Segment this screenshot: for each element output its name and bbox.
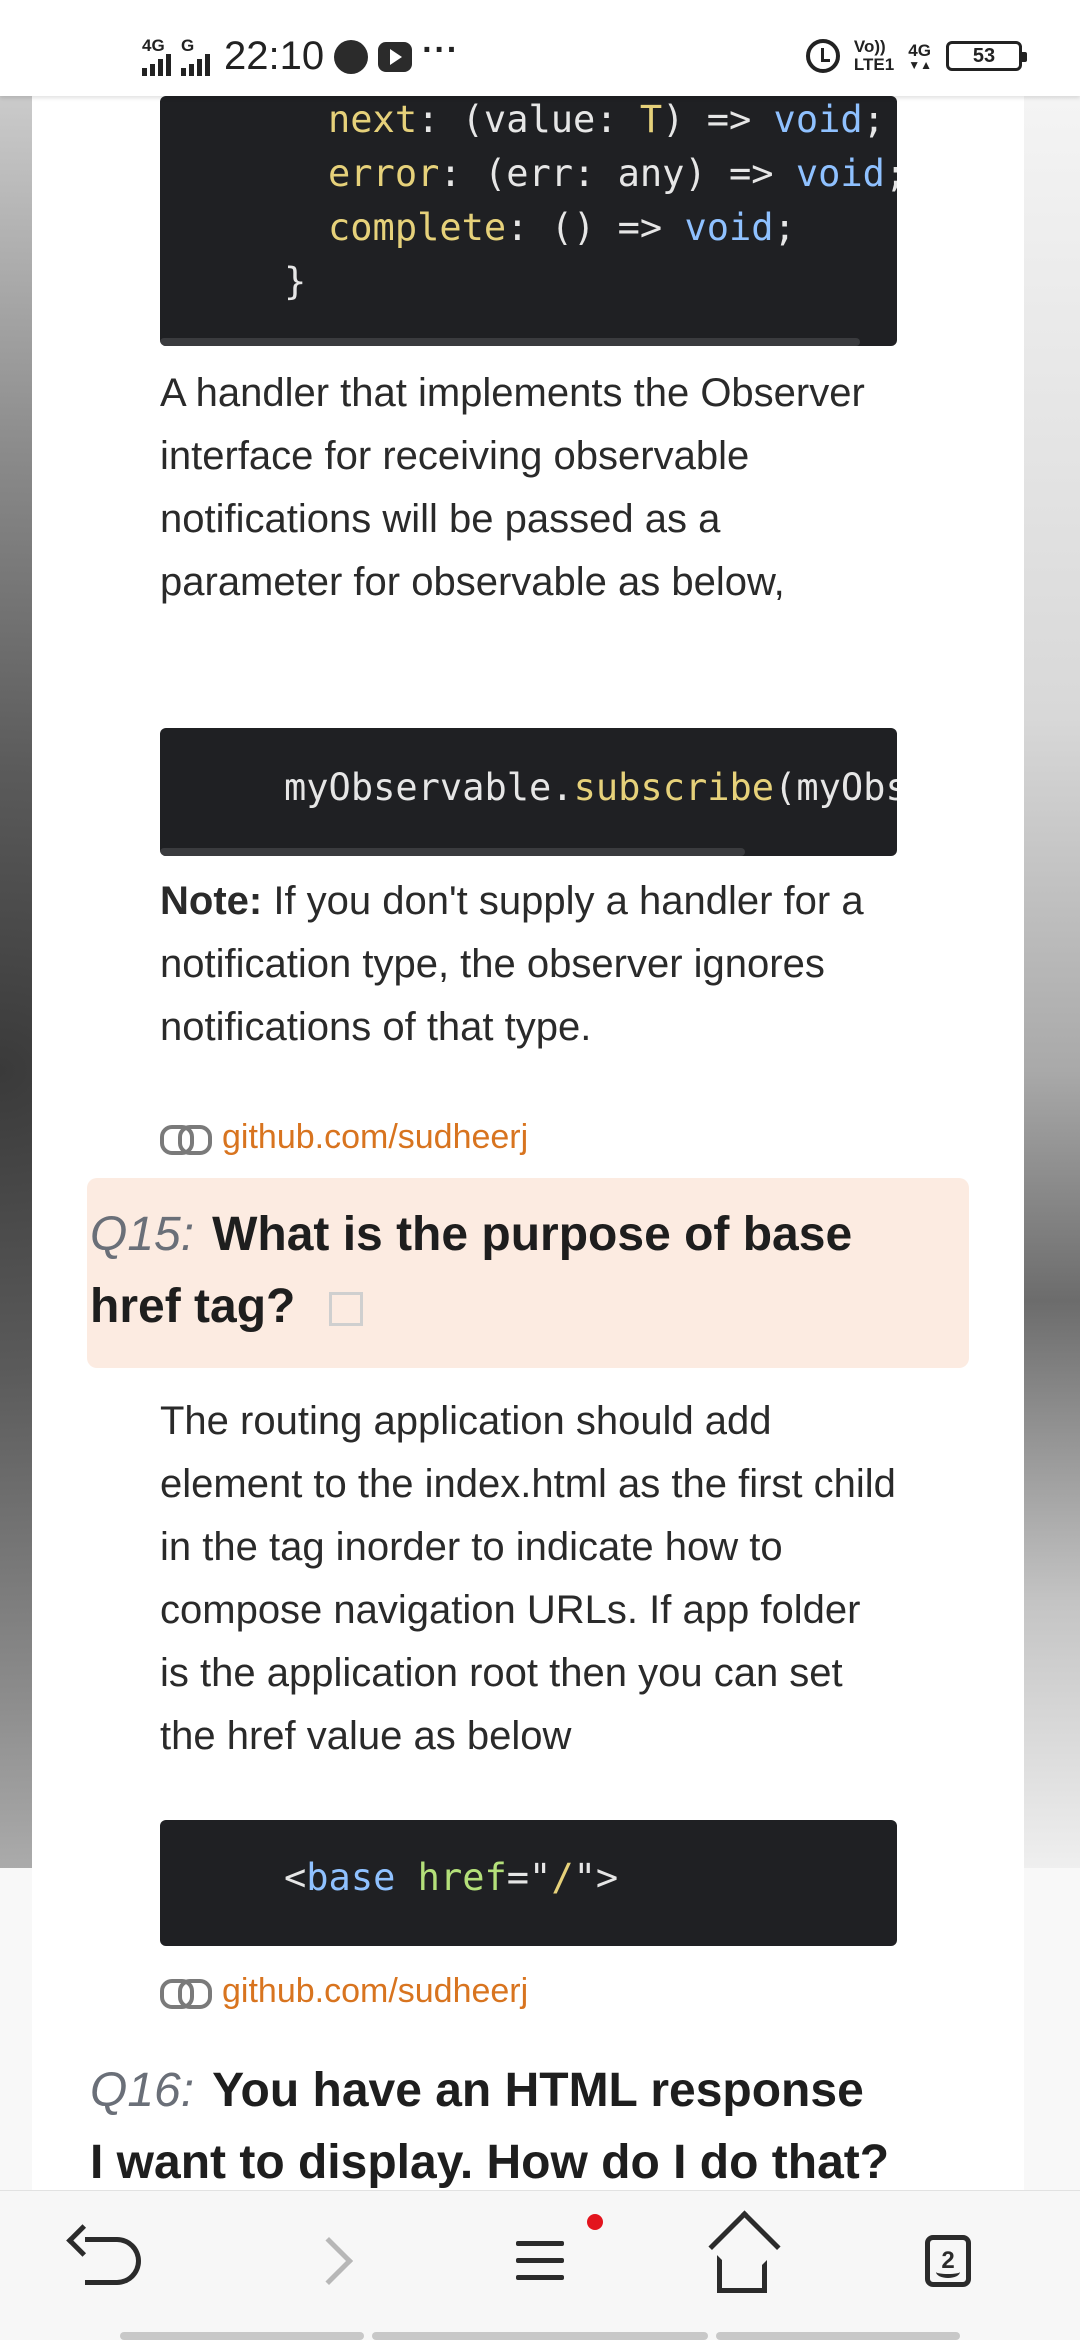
code-scrollbar[interactable]: [160, 848, 745, 856]
code-line: <base href="/">: [284, 1856, 619, 1899]
menu-icon: [516, 2241, 564, 2281]
note-paragraph: Note: If you don't supply a handler for …: [160, 870, 900, 1059]
back-arrow-icon: [85, 2237, 141, 2285]
youtube-icon: [378, 41, 413, 72]
gesture-bar-segment: [120, 2332, 364, 2340]
battery-icon: 53: [946, 41, 1027, 71]
tabs-button[interactable]: 2: [908, 2221, 988, 2301]
question-text-line: href tag?: [90, 1280, 296, 1333]
link-icon: [160, 1124, 212, 1155]
home-icon: [717, 2249, 767, 2293]
source-link-text[interactable]: github.com/sudheerj: [222, 1118, 528, 1157]
question-text-line: You have an HTML response: [212, 2064, 864, 2117]
question-title-q16-line2: I want to display. How do I do that?: [90, 2128, 950, 2198]
signal-icon-sim2: G: [181, 35, 210, 76]
menu-notification-dot: [587, 2214, 603, 2230]
bookmark-checkbox[interactable]: [329, 1292, 364, 1327]
gesture-bar-segment: [716, 2332, 960, 2340]
gesture-bar-segment: [372, 2332, 708, 2340]
code-line: complete: () => void;: [328, 206, 796, 249]
question-text-line: What is the purpose of base: [212, 1208, 853, 1261]
network-type-label: G: [181, 35, 195, 55]
link-icon: [160, 1978, 212, 2009]
question-title-q15-line2: href tag?: [90, 1272, 950, 1342]
code-scrollbar[interactable]: [160, 338, 860, 346]
source-link-text[interactable]: github.com/sudheerj: [222, 1972, 528, 2011]
code-line: myObservable.subscribe(myObs: [284, 766, 897, 809]
browser-bottom-nav: 2: [0, 2190, 1080, 2340]
network-4g-icon: 4G ▼▲: [908, 41, 932, 72]
forward-chevron-icon: [304, 2236, 354, 2286]
code-closing-brace: }: [284, 260, 307, 303]
volte-top-label: Vo)): [853, 37, 886, 56]
menu-button[interactable]: [500, 2221, 580, 2301]
code-block-subscribe[interactable]: myObservable.subscribe(myObs: [160, 728, 897, 856]
back-button[interactable]: [68, 2221, 148, 2301]
code-block-base-href[interactable]: <base href="/">: [160, 1820, 897, 1946]
question-number: Q16:: [90, 2064, 195, 2117]
question-title-q15: Q15: What is the purpose of base: [90, 1200, 950, 1270]
network-type-label: 4G: [142, 35, 165, 55]
question-title-q16: Q16: You have an HTML response: [90, 2056, 950, 2126]
paragraph-base-href: The routing application should add eleme…: [160, 1399, 896, 1758]
source-link[interactable]: github.com/sudheerj: [160, 1972, 528, 2011]
clock: 22:10: [224, 34, 325, 78]
more-notifications-icon: ···: [422, 31, 460, 69]
question-number: Q15:: [90, 1208, 195, 1261]
signal-icon-sim1: 4G: [142, 35, 171, 76]
forward-button[interactable]: [298, 2221, 378, 2301]
code-line: error: (err: any) => void;: [328, 152, 897, 195]
code-block-observer-interface[interactable]: next: (value: T) => void; error: (err: a…: [160, 96, 897, 346]
alarm-icon: [805, 39, 840, 73]
source-link[interactable]: github.com/sudheerj: [160, 1118, 528, 1157]
volte-bottom-label: LTE1: [853, 55, 895, 74]
paragraph-observer-handler: A handler that implements the Observer i…: [160, 371, 865, 604]
home-button[interactable]: [702, 2221, 782, 2301]
note-text: If you don't supply a handler for a noti…: [160, 879, 864, 1049]
tabs-icon: 2: [925, 2235, 971, 2287]
status-bar: 4G G 22:10 ··· Vo)) LTE1 4G ▼▲ 53: [0, 0, 1080, 96]
notification-leaf-icon: [334, 39, 369, 74]
note-label: Note:: [160, 879, 263, 923]
volte-icon: Vo)) LTE1: [854, 38, 894, 74]
code-line: next: (value: T) => void;: [328, 98, 885, 141]
question-text-line: I want to display. How do I do that?: [90, 2136, 890, 2189]
